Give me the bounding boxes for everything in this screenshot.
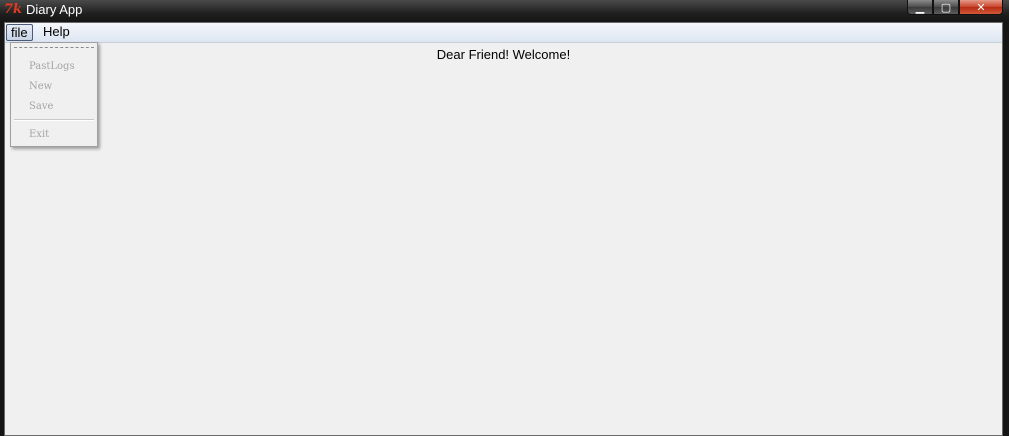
tearoff-line[interactable] — [14, 47, 94, 48]
menu-file[interactable]: file — [6, 24, 33, 41]
tk-feather-icon: 7k — [4, 2, 23, 17]
menu-bar: file Help — [5, 23, 1002, 43]
window-title: Diary App — [26, 2, 83, 17]
maximize-icon: ▢ — [940, 0, 952, 14]
close-icon: ✕ — [976, 0, 986, 14]
menu-item-exit[interactable]: Exit — [29, 129, 49, 140]
app-window: 7k Diary App ▁ ▢ ✕ file Help Dear Friend… — [0, 0, 1009, 436]
close-button[interactable]: ✕ — [959, 0, 1003, 15]
menu-item-save[interactable]: Save — [29, 101, 53, 112]
maximize-button[interactable]: ▢ — [933, 0, 959, 15]
minimize-icon: ▁ — [915, 0, 925, 14]
menu-item-new[interactable]: New — [29, 81, 52, 92]
window-controls: ▁ ▢ ✕ — [907, 0, 1003, 17]
welcome-label: Dear Friend! Welcome! — [436, 47, 571, 62]
minimize-button[interactable]: ▁ — [907, 0, 933, 15]
client-area: file Help Dear Friend! Welcome! PastLogs… — [4, 22, 1003, 436]
menu-help[interactable]: Help — [39, 24, 74, 41]
menu-separator — [14, 119, 94, 121]
file-dropdown-menu: PastLogs New Save Exit — [10, 42, 98, 147]
title-bar[interactable]: 7k Diary App ▁ ▢ ✕ — [0, 0, 1009, 22]
menu-item-pastlogs[interactable]: PastLogs — [29, 61, 75, 72]
